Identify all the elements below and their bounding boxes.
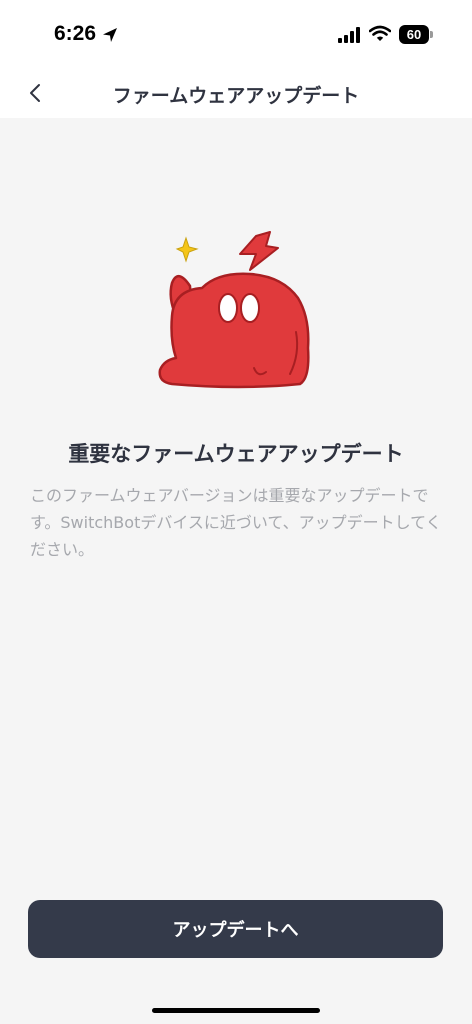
wifi-icon [369, 25, 391, 41]
nav-bar: ファームウェアアップデート [0, 70, 472, 118]
home-indicator [152, 1008, 320, 1013]
status-bar: 6:26 60 [0, 0, 472, 70]
status-time: 6:26 [54, 22, 97, 45]
location-arrow-icon [103, 28, 117, 42]
section-heading: 重要なファームウェアアップデート [68, 442, 404, 466]
mascot-illustration [158, 231, 310, 389]
page-title: ファームウェアアップデート [112, 85, 360, 107]
battery-cap [430, 31, 433, 38]
update-button[interactable]: アップデートへ [28, 900, 443, 958]
cellular-signal-icon [338, 27, 360, 43]
description-text: このファームウェアバージョンは重要なアップデートです。SwitchBotデバイス… [30, 486, 442, 559]
battery-indicator: 60 [399, 25, 429, 44]
